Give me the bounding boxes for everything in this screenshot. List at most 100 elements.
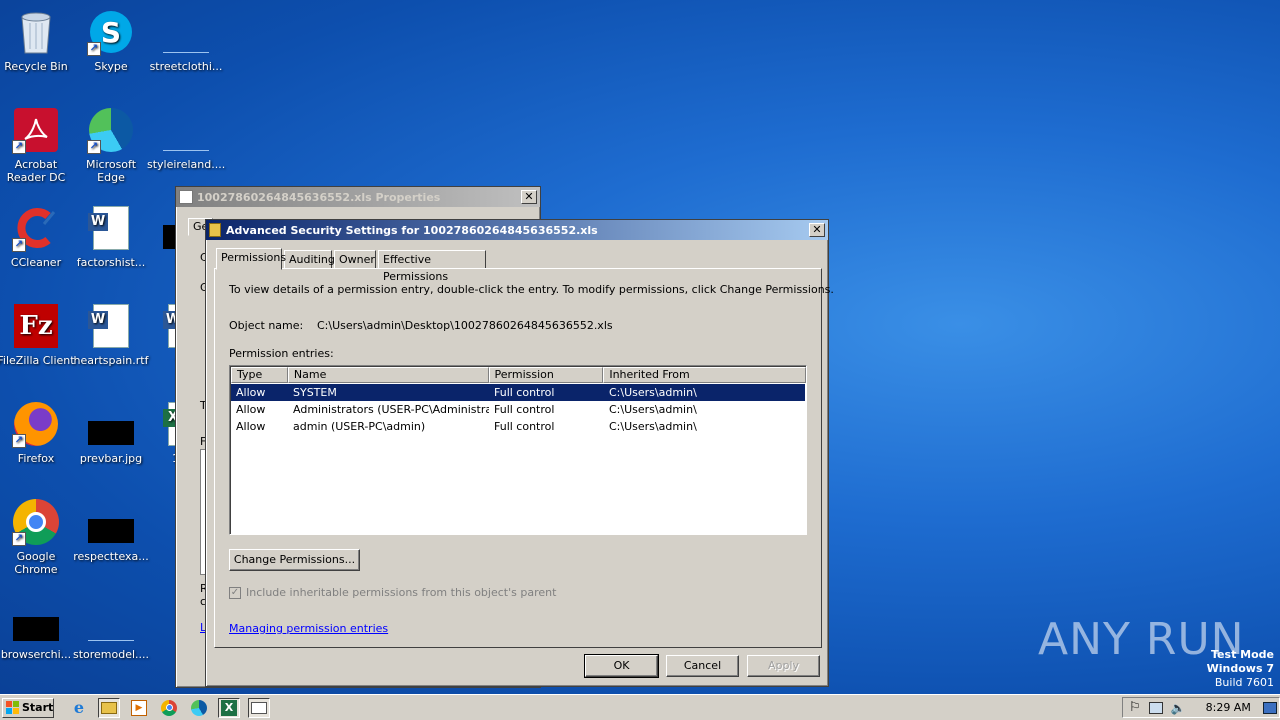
column-header-name[interactable]: Name [287,367,489,383]
system-tray: ⚐ 🔈 8:29 AM [1122,697,1280,718]
tab-effective-permissions[interactable]: Effective Permissions [378,250,486,283]
cell-type: Allow [236,403,266,416]
filezilla-icon: Fz [12,302,60,350]
windows-version-line: Windows 7 [1206,662,1274,675]
file-icon [162,8,210,56]
edge-icon[interactable] [188,698,210,718]
excel-icon[interactable]: X [218,697,240,718]
properties-titlebar[interactable]: 10027860264845636552.xls Properties ✕ [176,187,540,207]
table-row[interactable]: Allow admin (USER-PC\admin) Full control… [231,418,805,435]
file-icon [12,596,60,644]
desktop-icon-acrobat[interactable]: ↗ Acrobat Reader DC [0,106,75,184]
security-close-button[interactable]: ✕ [809,223,825,237]
column-header-type[interactable]: Type [231,367,288,383]
desktop-icon-chrome[interactable]: ↗ Google Chrome [0,498,75,576]
desktop-icon-browserchi[interactable]: browserchi... [0,596,75,661]
instruction-text: To view details of a permission entry, d… [229,283,834,296]
security-titlebar[interactable]: Advanced Security Settings for 100278602… [206,220,828,240]
desktop-icon-firefox[interactable]: ↗ Firefox [0,400,75,465]
desktop-icon-ccleaner[interactable]: ↗ CCleaner [0,204,75,269]
column-header-inherited-from[interactable]: Inherited From [603,367,806,383]
explorer-icon[interactable] [98,697,120,718]
cell-name: SYSTEM [293,386,337,399]
chrome-icon[interactable] [158,698,180,718]
desktop-icon-skype[interactable]: S ↗ Skype [72,8,150,73]
column-header-permission[interactable]: Permission [488,367,604,383]
word-doc-icon: W [87,204,135,252]
image-icon [87,400,135,448]
build-line: Build 7601 [1214,676,1274,689]
object-name-value: C:\Users\admin\Desktop\10027860264845636… [317,319,613,332]
recycle-bin-icon [12,8,60,56]
list-header: Type Name Permission Inherited From [231,367,806,383]
desktop-icon-recycle-bin[interactable]: Recycle Bin [0,8,75,73]
edge-icon: ↗ [87,106,135,154]
test-mode-line: Test Mode [1211,648,1274,661]
ie-icon[interactable]: e [68,698,90,718]
permission-entries-list[interactable]: Type Name Permission Inherited From Allo… [229,365,807,535]
clock[interactable]: 8:29 AM [1206,701,1251,714]
tab-permissions[interactable]: Permissions [216,248,286,270]
flag-icon[interactable]: ⚐ [1129,700,1141,715]
desktop-icon-edge[interactable]: ↗ Microsoft Edge [72,106,150,184]
cell-type: Allow [236,420,266,433]
firefox-icon: ↗ [12,400,60,448]
managing-permission-entries-link[interactable]: Managing permission entries [229,622,388,635]
table-row[interactable]: Allow Administrators (USER-PC\Administra… [231,401,805,418]
start-button[interactable]: Start [2,697,54,718]
cell-name: Administrators (USER-PC\Administrato... [293,403,489,416]
desktop-icon-heartspain[interactable]: W heartspain.rtf [72,302,150,367]
network-icon[interactable] [1148,701,1163,714]
ok-button[interactable]: OK [584,654,659,678]
desktop-icon-storemodel[interactable]: storemodel.... [72,596,150,661]
change-permissions-button[interactable]: Change Permissions... [229,549,360,571]
cell-name: admin (USER-PC\admin) [293,420,426,433]
table-row[interactable]: Allow SYSTEM Full control C:\Users\admin… [231,384,805,401]
taskbar: Start e ▶ X ⚐ 🔈 8:29 AM [0,694,1280,720]
advanced-security-dialog[interactable]: Advanced Security Settings for 100278602… [205,219,834,687]
media-player-icon[interactable]: ▶ [128,698,150,718]
excel-icon [179,190,193,204]
desktop-icon-prevbar[interactable]: prevbar.jpg [72,400,150,465]
inherit-checkbox-label: Include inheritable permissions from thi… [246,586,557,599]
apply-button: Apply [747,655,820,677]
test-mode-text: Test Mode Windows 7 Build 7601 [1207,648,1274,690]
permission-entries-label: Permission entries: [229,347,334,360]
file-icon [162,106,210,154]
cell-inherited-from: C:\Users\admin\ [609,420,697,433]
file-icon [87,498,135,546]
cell-inherited-from: C:\Users\admin\ [609,386,697,399]
lock-folder-icon [209,223,221,237]
cell-permission: Full control [494,386,555,399]
cell-permission: Full control [494,403,555,416]
show-desktop-icon[interactable] [1262,701,1277,714]
properties-close-button[interactable]: ✕ [521,190,537,204]
cell-permission: Full control [494,420,555,433]
desktop-icon-respecttexa[interactable]: respecttexa... [72,498,150,563]
inherit-checkbox[interactable]: ✓ Include inheritable permissions from t… [229,586,556,599]
checkbox-checked-icon[interactable]: ✓ [229,586,241,599]
permissions-tab-page: To view details of a permission entry, d… [214,268,834,648]
tab-auditing[interactable]: Auditing [284,250,335,269]
windows-logo-icon [6,701,19,714]
acrobat-icon: ↗ [12,106,60,154]
file-icon [87,596,135,644]
desktop-icon-streetclothi[interactable]: streetclothi... [147,8,225,73]
tab-owner[interactable]: Owner [334,250,376,269]
object-name-label: Object name: [229,319,304,332]
word-doc-icon: W [87,302,135,350]
properties-window-icon[interactable] [248,697,270,718]
properties-title: 10027860264845636552.xls Properties [197,190,441,204]
volume-icon[interactable]: 🔈 [1171,701,1186,715]
security-title: Advanced Security Settings for 100278602… [226,223,598,237]
desktop-icon-filezilla[interactable]: Fz FileZilla Client [0,302,75,367]
start-label: Start [22,701,54,714]
desktop-icon-styleireland[interactable]: styleireland.... [147,106,225,171]
chrome-icon: ↗ [12,498,60,546]
desktop-icon-factorshist[interactable]: W factorshist... [72,204,150,269]
skype-icon: S ↗ [87,8,135,56]
ccleaner-icon: ↗ [12,204,60,252]
security-tab-strip: Permissions Auditing Owner Effective Per… [216,248,816,283]
cell-type: Allow [236,386,266,399]
cancel-button[interactable]: Cancel [666,655,739,677]
